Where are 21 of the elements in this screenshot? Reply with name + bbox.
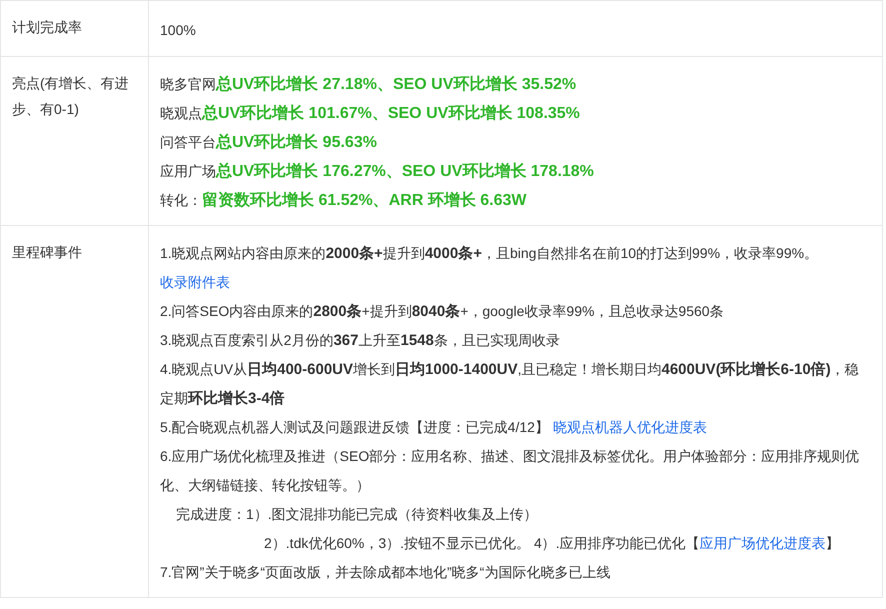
milestone-text: 7.官网”关于晓多“页面改版，并去除成都本地化”晓多“为国际化晓多已上线 — [160, 563, 612, 582]
milestone-text: 完成进度：1）.图文混排功能已完成（待资料收集及上传） — [175, 505, 539, 524]
value-text: 100% — [160, 21, 197, 40]
highlight-line: 晓多官网总UV环比增长 27.18%、SEO UV环比增长 35.52% — [160, 74, 578, 95]
row-label: 亮点(有增长、有进步、有0-1) — [12, 74, 130, 119]
milestone-text: 4.晓观点UV从日均400-600UV增长到日均1000-1400UV,且已稳定！增长期日均4600UV(环比增长6-10倍)，稳定期环比增长3-4倍 — [160, 360, 860, 409]
milestone-text: 2.问答SEO内容由原来的2800条+提升到8040条+，google收录率99%，且总收录达9560条 — [160, 302, 725, 322]
link[interactable]: 应用广场优化进度表 — [700, 535, 826, 551]
milestone-text: 5.配合晓观点机器人测试及问题跟进反馈【进度：已完成4/12】 晓观点机器人优化进度表 — [160, 418, 708, 437]
highlight-line: 转化：留资数环比增长 61.52%、ARR 环增长 6.63W — [160, 190, 528, 211]
highlight-line: 晓观点总UV环比增长 101.67%、SEO UV环比增长 108.35% — [160, 104, 581, 124]
highlight-line: 应用广场总UV环比增长 176.27%、SEO UV环比增长 178.18% — [160, 162, 595, 182]
milestone-text: 3.晓观点百度索引从2月份的367上升至1548条，且已实现周收录 — [160, 331, 561, 351]
milestone-text: 6.应用广场优化梳理及推进（SEO部分：应用名称、描述、图文混排及标签优化。用户体验部分：应用排序规则优化、大纲锚链接、转化按钮等。） — [160, 447, 860, 495]
milestone-text: 2）.tdk优化60%，3）.按钮不显示已优化。 4）.应用排序功能已优化【应用广场优化进度表】 — [263, 534, 841, 553]
row-label: 里程碑事件 — [12, 243, 83, 262]
row-label: 计划完成率 — [12, 18, 83, 37]
link[interactable]: 晓观点机器人优化进度表 — [552, 419, 707, 435]
milestone-text: 1.晓观点网站内容由原来的2000条+提升到4000条+，且bing自然排名在前10的打达到99%，收录率99%。 收录附件表 — [160, 244, 820, 292]
link[interactable]: 收录附件表 — [160, 274, 230, 290]
highlight-line: 问答平台总UV环比增长 95.63% — [160, 132, 378, 153]
